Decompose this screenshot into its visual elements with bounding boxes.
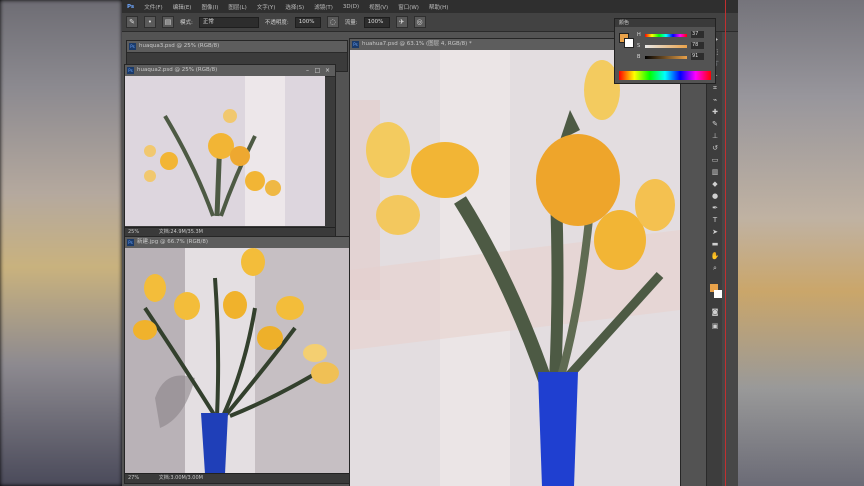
menu-item-help[interactable]: 帮助(H) bbox=[424, 3, 453, 11]
mode-select[interactable]: 正常 bbox=[198, 16, 259, 28]
main-document-canvas[interactable] bbox=[350, 50, 680, 486]
document-a-titlebar[interactable]: Ps huaqua3.psd @ 25% (RGB/8) bbox=[127, 41, 347, 53]
document-c-statusbar: 27% 文档:3.00M/3.00M bbox=[125, 473, 351, 483]
healing-tool-icon[interactable]: ✚ bbox=[710, 108, 720, 117]
tools-panel: ✥ ⬚ ➰ ✧ ⌗ ⌁ ✚ ✎ ⊥ ↺ ▭ ▥ ◆ ● ✒ T ➤ ▬ ✋ ⌕ … bbox=[706, 32, 723, 486]
close-icon[interactable]: × bbox=[324, 67, 331, 74]
ps-doc-icon: Ps bbox=[127, 239, 134, 246]
stamp-tool-icon[interactable]: ⊥ bbox=[710, 132, 720, 141]
menu-item-filter[interactable]: 滤镜(T) bbox=[309, 3, 338, 11]
menu-item-3d[interactable]: 3D(D) bbox=[338, 4, 364, 10]
document-b-canvas[interactable] bbox=[125, 76, 325, 226]
saturation-value[interactable]: 78 bbox=[691, 42, 704, 49]
menu-item-type[interactable]: 文字(Y) bbox=[252, 3, 281, 11]
pressure-opacity-icon[interactable]: ◌ bbox=[326, 16, 339, 28]
flow-field[interactable]: 100% bbox=[363, 16, 390, 28]
document-c-status: 文档:3.00M/3.00M bbox=[158, 475, 203, 481]
brush-tool-icon[interactable]: ✎ bbox=[126, 16, 138, 28]
saturation-label: S bbox=[637, 43, 641, 49]
menu-item-select[interactable]: 选择(S) bbox=[280, 3, 309, 11]
menu-item-edit[interactable]: 编辑(E) bbox=[168, 3, 197, 11]
path-select-tool-icon[interactable]: ➤ bbox=[710, 228, 720, 237]
color-panel: 颜色 H 37 S 78 B 91 bbox=[614, 18, 716, 84]
flow-label: 流量: bbox=[344, 20, 358, 26]
history-brush-tool-icon[interactable]: ↺ bbox=[710, 144, 720, 153]
brightness-label: B bbox=[637, 54, 641, 60]
hand-tool-icon[interactable]: ✋ bbox=[710, 252, 720, 261]
menu-item-layer[interactable]: 图层(L) bbox=[223, 3, 251, 11]
hue-slider[interactable]: H 37 bbox=[637, 31, 707, 39]
menu-bar: Ps 文件(F) 编辑(E) 图像(I) 图层(L) 文字(Y) 选择(S) 滤… bbox=[122, 0, 738, 13]
ps-doc-icon: Ps bbox=[127, 67, 134, 74]
document-b-zoom[interactable]: 25% bbox=[128, 229, 139, 235]
blur-tool-icon[interactable]: ◆ bbox=[710, 180, 720, 189]
left-blur-border bbox=[0, 0, 122, 486]
brightness-value[interactable]: 91 bbox=[691, 53, 704, 60]
crop-tool-icon[interactable]: ⌗ bbox=[710, 84, 720, 93]
screen-mode-icon[interactable]: ▣ bbox=[710, 322, 720, 331]
document-c-title: 新建.jpg @ 66.7% (RGB/8) bbox=[137, 239, 208, 245]
quick-mask-icon[interactable]: ◙ bbox=[710, 308, 720, 317]
document-c-zoom[interactable]: 27% bbox=[128, 475, 139, 481]
mode-label: 模式: bbox=[180, 20, 193, 26]
opacity-field[interactable]: 100% bbox=[294, 16, 321, 28]
saturation-bar[interactable] bbox=[645, 45, 687, 48]
ps-doc-icon: Ps bbox=[352, 41, 359, 48]
document-window-c[interactable]: Ps 新建.jpg @ 66.7% (RGB/8) 27% 文档:3.00M/3… bbox=[124, 236, 352, 484]
hue-bar[interactable] bbox=[645, 34, 687, 37]
menu-item-file[interactable]: 文件(F) bbox=[139, 3, 167, 11]
document-b-title: huaqua2.psd @ 25% (RGB/8) bbox=[137, 67, 218, 73]
menu-item-view[interactable]: 视图(V) bbox=[364, 3, 393, 11]
background-color-swatch[interactable] bbox=[624, 38, 634, 48]
pressure-size-icon[interactable]: ◎ bbox=[413, 16, 426, 28]
ps-doc-icon: Ps bbox=[129, 43, 136, 50]
eraser-tool-icon[interactable]: ▭ bbox=[710, 156, 720, 165]
saturation-slider[interactable]: S 78 bbox=[637, 42, 707, 50]
brightness-bar[interactable] bbox=[645, 56, 687, 59]
eyedropper-tool-icon[interactable]: ⌁ bbox=[710, 96, 720, 105]
gradient-tool-icon[interactable]: ▥ bbox=[710, 168, 720, 177]
hue-value[interactable]: 37 bbox=[691, 31, 704, 38]
brush-panel-toggle-icon[interactable]: ▤ bbox=[162, 16, 174, 28]
color-panel-tab[interactable]: 颜色 bbox=[615, 19, 715, 27]
airbrush-icon[interactable]: ✈ bbox=[395, 16, 408, 28]
color-spectrum-ramp[interactable] bbox=[619, 71, 711, 80]
menu-item-image[interactable]: 图像(I) bbox=[196, 3, 223, 11]
shape-tool-icon[interactable]: ▬ bbox=[710, 240, 720, 249]
window-edge-line bbox=[725, 0, 726, 486]
minimize-icon[interactable]: – bbox=[304, 67, 311, 74]
ps-logo[interactable]: Ps bbox=[122, 4, 139, 10]
document-c-canvas[interactable] bbox=[125, 248, 351, 474]
opacity-label: 不透明度: bbox=[264, 20, 289, 26]
brush-preset-picker[interactable]: • bbox=[144, 16, 156, 28]
document-window-b[interactable]: Ps huaqua2.psd @ 25% (RGB/8) – □ × 25% 文… bbox=[124, 64, 336, 238]
brightness-slider[interactable]: B 91 bbox=[637, 53, 707, 61]
main-document-title: huahua7.psd @ 63.1% (图层 4, RGB/8) * bbox=[362, 41, 472, 47]
document-a-title: huaqua3.psd @ 25% (RGB/8) bbox=[139, 43, 220, 49]
photoshop-window: Ps 文件(F) 编辑(E) 图像(I) 图层(L) 文字(Y) 选择(S) 滤… bbox=[122, 0, 738, 486]
document-b-status: 文档:24.9M/35.3M bbox=[158, 229, 203, 235]
dodge-tool-icon[interactable]: ● bbox=[710, 192, 720, 201]
background-swatch[interactable] bbox=[714, 290, 722, 298]
pen-tool-icon[interactable]: ✒ bbox=[710, 204, 720, 213]
hue-label: H bbox=[637, 32, 641, 38]
menu-item-window[interactable]: 窗口(W) bbox=[393, 3, 424, 11]
main-document-window[interactable]: Ps huahua7.psd @ 63.1% (图层 4, RGB/8) * bbox=[349, 38, 681, 486]
brush-tool-icon[interactable]: ✎ bbox=[710, 120, 720, 129]
right-blur-border bbox=[736, 0, 864, 486]
zoom-tool-icon[interactable]: ⌕ bbox=[710, 264, 720, 273]
type-tool-icon[interactable]: T bbox=[710, 216, 720, 225]
maximize-icon[interactable]: □ bbox=[314, 67, 321, 74]
